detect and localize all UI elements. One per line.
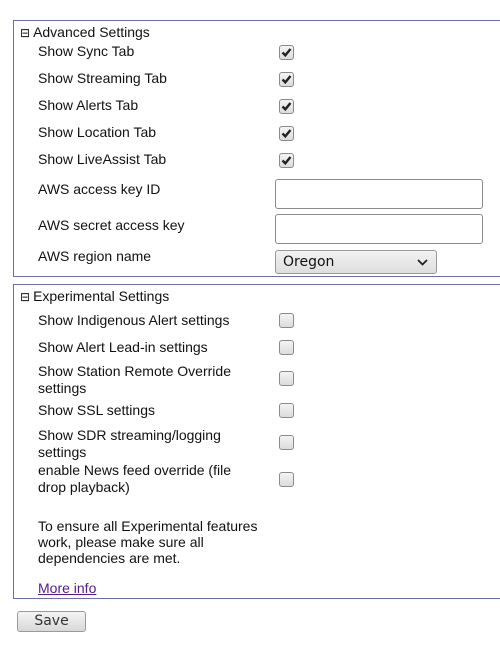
show-indigenous-alert-checkbox[interactable] [279, 313, 294, 328]
chevron-down-icon [417, 259, 428, 266]
enable-news-feed-override-checkbox[interactable] [279, 472, 294, 487]
show-indigenous-alert-label: Show Indigenous Alert settings [38, 312, 230, 328]
show-sync-tab-checkbox[interactable] [279, 45, 294, 60]
show-station-remote-override-label: Show Station Remote Override settings [38, 363, 231, 396]
show-location-tab-label: Show Location Tab [38, 124, 157, 140]
advanced-settings-header[interactable]: ⊟ Advanced Settings [20, 24, 150, 41]
advanced-settings-title: Advanced Settings [33, 24, 150, 40]
show-streaming-tab-label: Show Streaming Tab [38, 70, 167, 86]
advanced-settings-section: ⊟ Advanced Settings Show Sync Tab Show St… [13, 20, 500, 277]
show-ssl-label: Show SSL settings [38, 402, 155, 418]
show-ssl-checkbox[interactable] [279, 403, 294, 418]
show-alert-leadin-checkbox[interactable] [279, 340, 294, 355]
enable-news-feed-override-label: enable News feed override (file drop pla… [38, 462, 231, 495]
more-info-link[interactable]: More info [38, 580, 96, 596]
aws-access-key-label: AWS access key ID [38, 181, 161, 197]
checkmark-icon [281, 129, 292, 139]
checkmark-icon [281, 156, 292, 166]
show-streaming-tab-checkbox[interactable] [279, 72, 294, 87]
show-liveassist-tab-checkbox[interactable] [279, 153, 294, 168]
show-alerts-tab-label: Show Alerts Tab [38, 97, 139, 113]
show-location-tab-checkbox[interactable] [279, 126, 294, 141]
experimental-settings-header[interactable]: ⊟ Experimental Settings [20, 288, 169, 305]
collapse-icon[interactable]: ⊟ [20, 290, 30, 304]
show-sync-tab-label: Show Sync Tab [38, 43, 135, 59]
show-sdr-streaming-checkbox[interactable] [279, 435, 294, 450]
experimental-settings-section: ⊟ Experimental Settings Show Indigenous A… [13, 284, 500, 599]
show-alerts-tab-checkbox[interactable] [279, 99, 294, 114]
checkmark-icon [281, 48, 292, 58]
aws-region-select[interactable]: Oregon [275, 250, 437, 274]
save-button[interactable]: Save [17, 611, 86, 632]
checkmark-icon [281, 75, 292, 85]
show-station-remote-override-checkbox[interactable] [279, 371, 294, 386]
show-liveassist-tab-label: Show LiveAssist Tab [38, 151, 167, 167]
checkmark-icon [281, 102, 292, 112]
aws-region-selected-value: Oregon [283, 254, 335, 270]
show-sdr-streaming-label: Show SDR streaming/logging settings [38, 427, 221, 460]
aws-secret-key-label: AWS secret access key [38, 217, 185, 233]
collapse-icon[interactable]: ⊟ [20, 26, 30, 40]
show-alert-leadin-label: Show Alert Lead-in settings [38, 339, 208, 355]
aws-access-key-input[interactable] [275, 179, 483, 209]
aws-secret-key-input[interactable] [275, 214, 483, 244]
aws-region-label: AWS region name [38, 248, 152, 264]
experimental-note: To ensure all Experimental features work… [38, 518, 258, 566]
experimental-settings-title: Experimental Settings [33, 288, 170, 304]
